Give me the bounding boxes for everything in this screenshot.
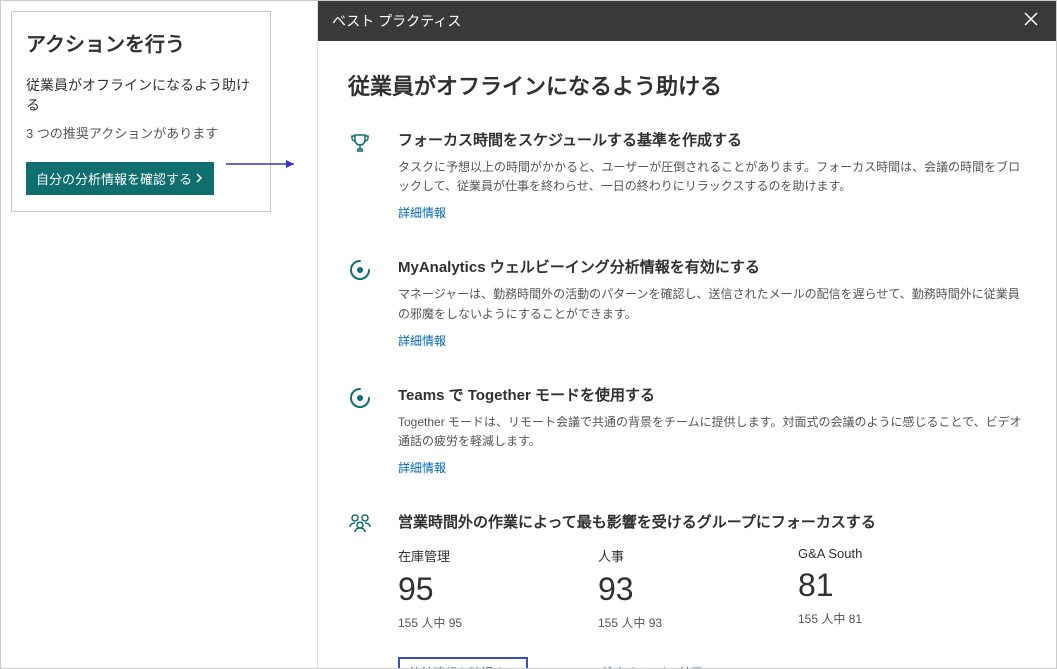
- practice-item: Teams で Together モードを使用する Together モードは、…: [348, 384, 1026, 477]
- group-value: 93: [598, 571, 758, 608]
- chevron-right-icon: [196, 171, 204, 186]
- groups-section: 営業時間外の作業によって最も影響を受けるグループにフォーカスする 在庫管理 95…: [348, 511, 1026, 668]
- group-item: 人事 93 155 人中 93: [598, 546, 758, 631]
- panel-header-title: ベスト プラクティス: [332, 11, 461, 31]
- panel-header: ベスト プラクティス: [318, 1, 1056, 41]
- card-title: アクションを行う: [26, 28, 256, 57]
- practice-desc: Together モードは、リモート会議で共通の背景をチームに提供します。対面式…: [398, 413, 1026, 451]
- learn-more-link[interactable]: 詳細情報: [398, 461, 446, 475]
- practice-title: フォーカス時間をスケジュールする基準を作成する: [398, 129, 1026, 150]
- group-of: 155 人中 93: [598, 614, 758, 631]
- card-count: 3 つの推奨アクションがあります: [26, 123, 256, 142]
- close-icon[interactable]: [1020, 8, 1042, 35]
- plan-link[interactable]: 計画: [669, 658, 713, 668]
- wellbeing-icon: [348, 256, 378, 349]
- practice-item: フォーカス時間をスケジュールする基準を作成する タスクに予想以上の時間がかかると…: [348, 129, 1026, 222]
- action-links: 統計情報を確認する Power BI で検索する 計画: [398, 657, 1026, 668]
- group-of: 155 人中 95: [398, 614, 558, 631]
- see-insights-button[interactable]: 自分の分析情報を確認する: [26, 162, 214, 195]
- learn-more-link[interactable]: 詳細情報: [398, 334, 446, 348]
- groups-row: 在庫管理 95 155 人中 95 人事 93 155 人中 93 G&A So…: [398, 546, 1026, 631]
- group-of: 155 人中 81: [798, 610, 958, 627]
- divider: [664, 666, 665, 668]
- stats-link[interactable]: 統計情報を確認する: [398, 657, 528, 668]
- group-item: G&A South 81 155 人中 81: [798, 546, 958, 631]
- people-icon: [348, 511, 378, 668]
- groups-title: 営業時間外の作業によって最も影響を受けるグループにフォーカスする: [398, 511, 1026, 532]
- group-value: 81: [798, 567, 958, 604]
- panel-main-title: 従業員がオフラインになるよう助ける: [348, 69, 1026, 101]
- group-name: 人事: [598, 546, 758, 565]
- trophy-icon: [348, 129, 378, 222]
- best-practices-panel: ベスト プラクティス 従業員がオフラインになるよう助ける フォーカス時間をスケジ…: [317, 1, 1056, 668]
- group-name: G&A South: [798, 546, 958, 561]
- group-value: 95: [398, 571, 558, 608]
- powerbi-link[interactable]: Power BI で検索する: [528, 658, 660, 668]
- practice-desc: マネージャーは、勤務時間外の活動のパターンを確認し、送信されたメールの配信を遅ら…: [398, 285, 1026, 323]
- cta-label: 自分の分析情報を確認する: [36, 169, 192, 188]
- practice-desc: タスクに予想以上の時間がかかると、ユーザーが圧倒されることがあります。フォーカス…: [398, 158, 1026, 196]
- practice-title: Teams で Together モードを使用する: [398, 384, 1026, 405]
- practice-item: MyAnalytics ウェルビーイング分析情報を有効にする マネージャーは、勤…: [348, 256, 1026, 349]
- group-name: 在庫管理: [398, 546, 558, 565]
- action-card: アクションを行う 従業員がオフラインになるよう助ける 3 つの推奨アクションがあ…: [11, 11, 271, 212]
- wellbeing-icon: [348, 384, 378, 477]
- learn-more-link[interactable]: 詳細情報: [398, 206, 446, 220]
- group-item: 在庫管理 95 155 人中 95: [398, 546, 558, 631]
- card-subtitle: 従業員がオフラインになるよう助ける: [26, 75, 256, 115]
- practice-title: MyAnalytics ウェルビーイング分析情報を有効にする: [398, 256, 1026, 277]
- panel-body: 従業員がオフラインになるよう助ける フォーカス時間をスケジュールする基準を作成す…: [318, 41, 1056, 668]
